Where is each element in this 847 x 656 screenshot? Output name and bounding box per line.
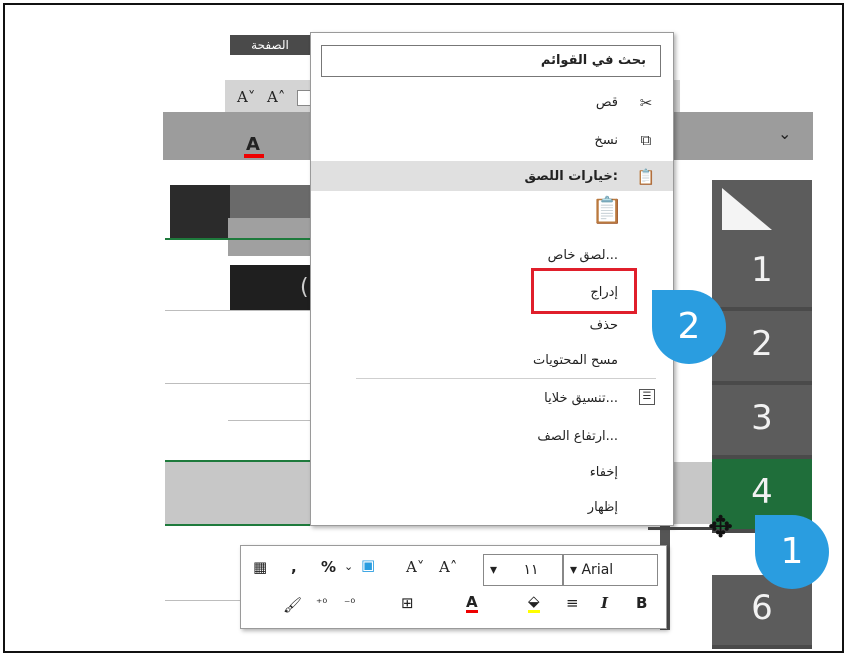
selection-border [165,460,315,462]
italic-button[interactable]: I [601,594,608,612]
menu-item-format-cells[interactable]: تنسيق خلايا... [544,391,618,406]
row-header-3[interactable]: 3 [712,385,812,459]
font-shrink-button[interactable]: A˅ [237,88,255,106]
format-painter-icon[interactable]: 🖌 [283,596,302,614]
row-border [165,238,315,240]
font-color-button[interactable]: A [244,134,264,158]
row-header-2[interactable]: 2 [712,311,812,385]
format-table-icon[interactable]: ▦ [253,558,267,576]
increase-decimal-icon[interactable]: ⁺⁰ [316,596,327,610]
copy-icon: ⧉ [640,131,652,149]
font-size-dropdown[interactable] [297,90,311,106]
insert-highlight-box [531,268,637,314]
grid-line [228,420,313,421]
menu-item-paste-options: خيارات اللصق: [524,169,618,184]
font-color-button[interactable]: A [466,594,478,613]
chevron-down-icon[interactable]: ⌄ [344,560,353,573]
font-size-dropdown[interactable]: ▾ ١١ [483,554,563,586]
callout-step-1: 1 [755,515,829,589]
percent-button[interactable]: % [321,558,336,576]
scissors-icon: ✂ [639,94,653,112]
selected-row-cells[interactable] [165,462,315,524]
font-color-swatch [244,154,264,158]
row-header-1[interactable]: 1 [712,237,812,311]
column-header-block [170,185,230,240]
menu-item-unhide[interactable]: إظهار [588,500,618,515]
font-name-dropdown[interactable]: ▾ Arial [563,554,658,586]
bold-button[interactable]: B [636,594,647,612]
chevron-down-icon[interactable]: ⌄ [778,124,791,143]
ribbon-tab-page[interactable]: الصفحة [230,35,310,55]
comma-style-button[interactable]: , [291,558,297,576]
select-all-corner[interactable] [712,180,812,237]
align-center-button[interactable]: ≡ [566,594,579,612]
menu-item-delete[interactable]: حذف [590,318,618,333]
ribbon-format-row [163,112,313,160]
format-cells-icon: ☰ [639,389,655,405]
accounting-format-icon[interactable]: ▣ [361,556,375,574]
column-header-block [228,218,313,256]
paste-icon: 📋 [636,168,656,186]
menu-item-hide[interactable]: إخفاء [590,465,618,480]
menu-search-input[interactable]: بحث في القوائم [321,45,661,77]
mini-toolbar: ▾ Arial ▾ ١١ ▦ , % ⌄ ▣ A˅ A˄ 🖌 ⁺⁰ ⁻⁰ ⊞ A… [240,545,667,629]
column-header-block [230,185,310,220]
callout-step-2: 2 [652,290,726,364]
selection-border [165,524,315,526]
fill-color-icon[interactable]: ⬙ [528,592,540,613]
grid-line [165,600,240,601]
font-grow-button[interactable]: A˄ [267,88,285,106]
grid-line [165,310,315,311]
menu-separator [356,378,656,379]
font-grow-button[interactable]: A˄ [439,558,457,576]
menu-hover-highlight [311,161,673,191]
font-shrink-button[interactable]: A˅ [406,558,424,576]
grid-line [165,383,315,384]
row-resize-guide [648,527,716,530]
menu-item-row-height[interactable]: ارتفاع الصف... [537,429,618,444]
decrease-decimal-icon[interactable]: ⁻⁰ [344,596,355,610]
resize-cursor-icon: ✥ [708,510,734,545]
column-header-block: ( [230,265,310,310]
menu-item-copy[interactable]: نسخ [594,133,618,148]
menu-item-cut[interactable]: قص [596,95,618,110]
paste-clipboard-icon[interactable]: 📋 [591,196,623,226]
menu-item-clear-contents[interactable]: مسح المحتويات [533,353,618,368]
menu-item-paste-special[interactable]: لصق خاص... [548,248,618,263]
borders-icon[interactable]: ⊞ [401,594,414,612]
